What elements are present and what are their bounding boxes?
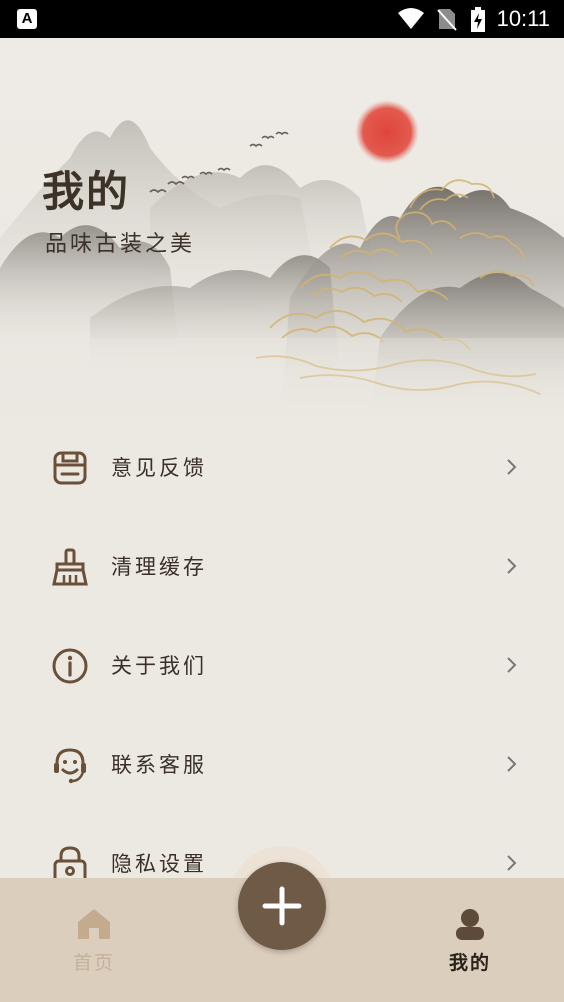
tab-mine-label: 我的 [448, 952, 491, 974]
settings-menu: 意见反馈 清理缓存 关于我们 联系客服 隐私设置 [0, 418, 564, 913]
app-notification-icon: A [17, 9, 37, 29]
feedback-icon [53, 451, 87, 485]
wifi-icon [398, 8, 424, 29]
menu-item-label: 隐私设置 [111, 852, 207, 876]
status-bar: A 10:11 [0, 0, 564, 38]
menu-item-label: 意见反馈 [111, 456, 207, 480]
user-icon [456, 909, 484, 940]
tab-home-label: 首页 [72, 952, 115, 974]
tab-home[interactable]: 首页 [34, 878, 154, 1002]
customer-service-icon [54, 748, 86, 784]
no-sim-icon [437, 9, 457, 31]
chevron-right-icon [507, 558, 517, 574]
tab-mine[interactable]: 我的 [410, 878, 530, 1002]
chevron-right-icon [507, 657, 517, 673]
menu-item-clear-cache[interactable]: 清理缓存 [0, 517, 564, 616]
status-time: 10:11 [496, 6, 550, 31]
page-title: 我的 [42, 167, 131, 216]
chevron-right-icon [507, 756, 517, 772]
plus-icon [262, 886, 302, 926]
page-subtitle: 品味古装之美 [45, 232, 196, 257]
info-icon [52, 648, 88, 684]
menu-item-label: 关于我们 [111, 654, 207, 678]
add-button[interactable] [238, 862, 326, 950]
header-banner: 我的 品味古装之美 [0, 38, 564, 418]
home-icon [78, 909, 110, 939]
menu-item-about-us[interactable]: 关于我们 [0, 616, 564, 715]
chevron-right-icon [507, 459, 517, 475]
chevron-right-icon [507, 855, 517, 871]
broom-icon [52, 548, 88, 586]
battery-charging-icon [471, 7, 485, 32]
menu-item-feedback[interactable]: 意见反馈 [0, 418, 564, 517]
menu-item-customer-service[interactable]: 联系客服 [0, 715, 564, 814]
menu-item-label: 联系客服 [111, 753, 207, 777]
menu-item-label: 清理缓存 [111, 555, 207, 579]
